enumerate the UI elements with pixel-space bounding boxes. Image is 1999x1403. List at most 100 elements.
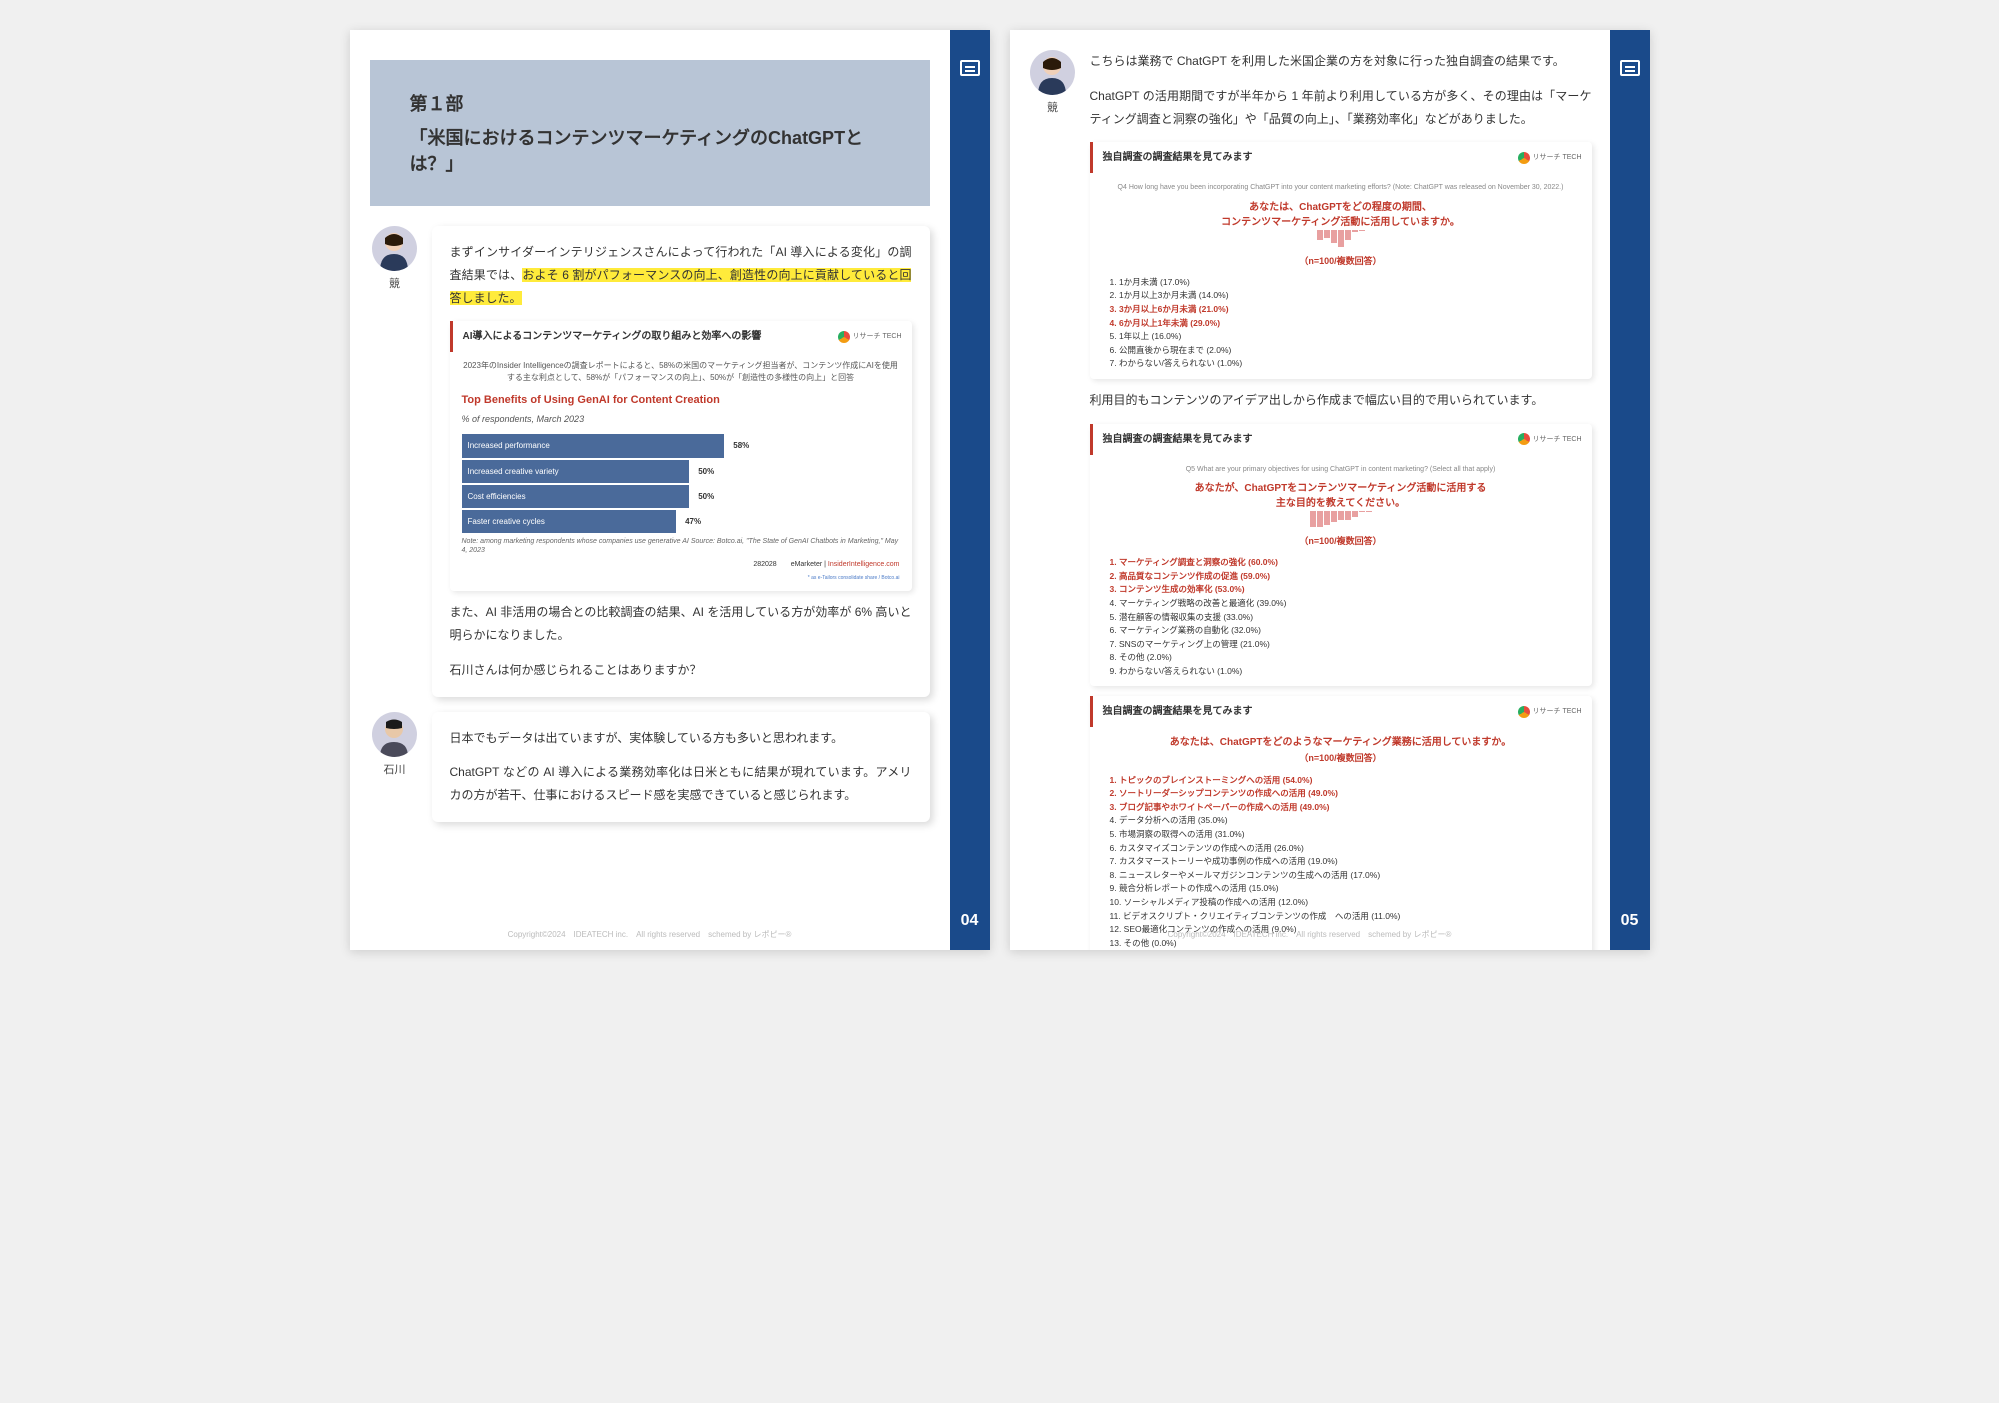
list-item: 6. カスタマイズコンテンツの作成への活用 (26.0%): [1110, 842, 1572, 856]
conversation-block: 競 こちらは業務で ChatGPT を利用した米国企業の方を対象に行った独自調査…: [1028, 50, 1592, 950]
bar-row: Cost efficiencies50%: [462, 485, 900, 508]
avatar-column: 競: [370, 226, 420, 697]
chart-title: Top Benefits of Using GenAI for Content …: [462, 390, 900, 411]
bubble-para: 石川さんは何か感じられることはありますか？: [450, 659, 912, 682]
list-item: 1. マーケティング調査と洞察の強化 (60.0%): [1110, 556, 1572, 570]
logo-icon: [1518, 152, 1530, 164]
list-item: 4. データ分析への活用 (35.0%): [1110, 814, 1572, 828]
list-item: 1. トピックのブレインストーミングへの活用 (54.0%): [1110, 774, 1572, 788]
chart-description: 2023年のInsider Intelligenceの調査レポートによると、58…: [462, 360, 900, 384]
tech-logo: リサーチ TECH: [1518, 151, 1582, 164]
tech-logo: リサーチ TECH: [1518, 433, 1582, 446]
copyright-footer: Copyright©2024 IDEATECH inc. All rights …: [1010, 929, 1610, 940]
page-number: 05: [1621, 912, 1639, 930]
list-item: 5. 市場洞察の取得への活用 (31.0%): [1110, 828, 1572, 842]
survey-card: 独自調査の調査結果を見てみますリサーチ TECH あなたは、ChatGPTをどの…: [1090, 696, 1592, 950]
list-item: 8. ニュースレターやメールマガジンコンテンツの生成への活用 (17.0%): [1110, 869, 1572, 883]
speaker-name: 石川: [370, 761, 420, 777]
list-item: 7. SNSのマーケティング上の管理 (21.0%): [1110, 638, 1572, 652]
list-item: 4. マーケティング戦略の改善と最適化 (39.0%): [1110, 597, 1572, 611]
copyright-footer: Copyright©2024 IDEATECH inc. All rights …: [350, 929, 950, 940]
list-item: 3. 3か月以上6か月未満 (21.0%): [1110, 303, 1572, 317]
avatar-column: 競: [1028, 50, 1078, 950]
chart-body: Q5 What are your primary objectives for …: [1090, 455, 1592, 687]
chart-header: 独自調査の調査結果を見てみますリサーチ TECH: [1090, 424, 1592, 455]
bar-chart: Increased performance58% Increased creat…: [462, 434, 900, 533]
list-item: 2. 高品質なコンテンツ作成の促進 (59.0%): [1110, 570, 1572, 584]
survey-list: 1. マーケティング調査と洞察の強化 (60.0%)2. 高品質なコンテンツ作成…: [1102, 556, 1580, 678]
tech-logo: リサーチ TECH: [1518, 705, 1582, 718]
speech-bubble: まずインサイダーインテリジェンスさんによって行われた「AI 導入による変化」の調…: [432, 226, 930, 697]
list-item: 7. カスタマーストーリーや成功事例の作成への活用 (19.0%): [1110, 855, 1572, 869]
document-icon: [960, 60, 980, 76]
page-content: 第１部 「米国におけるコンテンツマーケティングのChatGPTとは？」 競 まず…: [350, 30, 950, 950]
survey-title: あなたが、ChatGPTをコンテンツマーケティング活動に活用する 主な目的を教え…: [1102, 481, 1580, 511]
para: こちらは業務で ChatGPT を利用した米国企業の方を対象に行った独自調査の結…: [1090, 50, 1592, 73]
mini-bar-chart: [1102, 511, 1580, 527]
section-header: 第１部 「米国におけるコンテンツマーケティングのChatGPTとは？」: [370, 60, 930, 206]
embedded-chart-card: AI導入によるコンテンツマーケティングの取り組みと効率への影響 リサーチ TEC…: [450, 321, 912, 591]
chart-note: Note: among marketing respondents whose …: [462, 537, 900, 555]
avatar: [372, 712, 417, 757]
list-item: 3. ブログ記事やホワイトペーパーの作成への活用 (49.0%): [1110, 801, 1572, 815]
logo-icon: [1518, 706, 1530, 718]
conversation-block: 競 まずインサイダーインテリジェンスさんによって行われた「AI 導入による変化」…: [370, 226, 930, 697]
survey-question-en: Q4 How long have you been incorporating …: [1102, 181, 1580, 194]
list-item: 6. 公開直後から現在まで (2.0%): [1110, 344, 1572, 358]
chart-body: Q4 How long have you been incorporating …: [1090, 173, 1592, 379]
chart-header: 独自調査の調査結果を見てみますリサーチ TECH: [1090, 696, 1592, 727]
chart-body: 2023年のInsider Intelligenceの調査レポートによると、58…: [450, 352, 912, 591]
chart-body: あなたは、ChatGPTをどのようなマーケティング業務に活用していますか。 （n…: [1090, 727, 1592, 950]
bar-row: Faster creative cycles47%: [462, 510, 900, 533]
survey-card: 独自調査の調査結果を見てみますリサーチ TECH Q5 What are you…: [1090, 424, 1592, 687]
right-sidebar: 05: [1610, 30, 1650, 950]
conversation-block: 石川 日本でもデータは出ていますが、実体験している方も多いと思われます。 Cha…: [370, 712, 930, 822]
avatar-column: 石川: [370, 712, 420, 822]
mini-bar-chart: [1102, 230, 1580, 247]
list-item: 8. その他 (2.0%): [1110, 651, 1572, 665]
list-item: 2. ソートリーダーシップコンテンツの作成への活用 (49.0%): [1110, 787, 1572, 801]
list-item: 9. 競合分析レポートの作成への活用 (15.0%): [1110, 882, 1572, 896]
bubble-para: また、AI 非活用の場合との比較調査の結果、AI を活用している方が効率が 6%…: [450, 601, 912, 647]
speaker-name: 競: [1028, 99, 1078, 115]
document-icon: [1620, 60, 1640, 76]
tech-logo: リサーチ TECH: [838, 330, 902, 343]
chart-header: AI導入によるコンテンツマーケティングの取り組みと効率への影響 リサーチ TEC…: [450, 321, 912, 352]
bar-row: Increased performance58%: [462, 434, 900, 457]
chart-header-title: AI導入によるコンテンツマーケティングの取り組みと効率への影響: [463, 327, 838, 346]
logo-icon: [1518, 433, 1530, 445]
list-item: 6. マーケティング業務の自動化 (32.0%): [1110, 624, 1572, 638]
avatar: [1030, 50, 1075, 95]
list-item: 9. わからない/答えられない (1.0%): [1110, 665, 1572, 679]
para: ChatGPT の活用期間ですが半年から 1 年前より利用している方が多く、その…: [1090, 85, 1592, 131]
page-number: 04: [961, 912, 979, 930]
chart-link: * as e-Tailors consolidate share / Botco…: [462, 574, 900, 584]
bar-row: Increased creative variety50%: [462, 460, 900, 483]
list-item: 3. コンテンツ生成の効率化 (53.0%): [1110, 583, 1572, 597]
survey-card: 独自調査の調査結果を見てみますリサーチ TECH Q4 How long hav…: [1090, 142, 1592, 379]
survey-list: 1. トピックのブレインストーミングへの活用 (54.0%)2. ソートリーダー…: [1102, 774, 1580, 950]
chart-header: 独自調査の調査結果を見てみますリサーチ TECH: [1090, 142, 1592, 173]
avatar: [372, 226, 417, 271]
survey-n: （n=100/複数回答）: [1102, 253, 1580, 270]
chart-subtitle: % of respondents, March 2023: [462, 411, 900, 428]
survey-title: あなたは、ChatGPTをどの程度の期間、 コンテンツマーケティング活動に活用し…: [1102, 200, 1580, 230]
page-content: 競 こちらは業務で ChatGPT を利用した米国企業の方を対象に行った独自調査…: [1010, 30, 1610, 950]
bubble-para: まずインサイダーインテリジェンスさんによって行われた「AI 導入による変化」の調…: [450, 241, 912, 309]
list-item: 2. 1か月以上3か月未満 (14.0%): [1110, 289, 1572, 303]
survey-title: あなたは、ChatGPTをどのようなマーケティング業務に活用していますか。: [1102, 735, 1580, 750]
bubble-para: 日本でもデータは出ていますが、実体験している方も多いと思われます。: [450, 727, 912, 750]
survey-n: （n=100/複数回答）: [1102, 750, 1580, 767]
list-item: 11. ビデオスクリプト・クリエイティブコンテンツの作成 への活用 (11.0%…: [1110, 910, 1572, 924]
list-item: 7. わからない/答えられない (1.0%): [1110, 357, 1572, 371]
text-column: こちらは業務で ChatGPT を利用した米国企業の方を対象に行った独自調査の結…: [1090, 50, 1592, 950]
para: 利用目的もコンテンツのアイデア出しから作成まで幅広い目的で用いられています。: [1090, 389, 1592, 412]
bubble-para: ChatGPT などの AI 導入による業務効率化は日米ともに結果が現れています…: [450, 761, 912, 807]
header-line2: 「米国におけるコンテンツマーケティングのChatGPTとは？」: [410, 124, 890, 176]
header-line1: 第１部: [410, 90, 890, 116]
page-right: 競 こちらは業務で ChatGPT を利用した米国企業の方を対象に行った独自調査…: [1010, 30, 1650, 950]
survey-list: 1. 1か月未満 (17.0%)2. 1か月以上3か月未満 (14.0%)3. …: [1102, 276, 1580, 371]
list-item: 5. 潜在顧客の情報収集の支援 (33.0%): [1110, 611, 1572, 625]
list-item: 5. 1年以上 (16.0%): [1110, 330, 1572, 344]
right-sidebar: 04: [950, 30, 990, 950]
